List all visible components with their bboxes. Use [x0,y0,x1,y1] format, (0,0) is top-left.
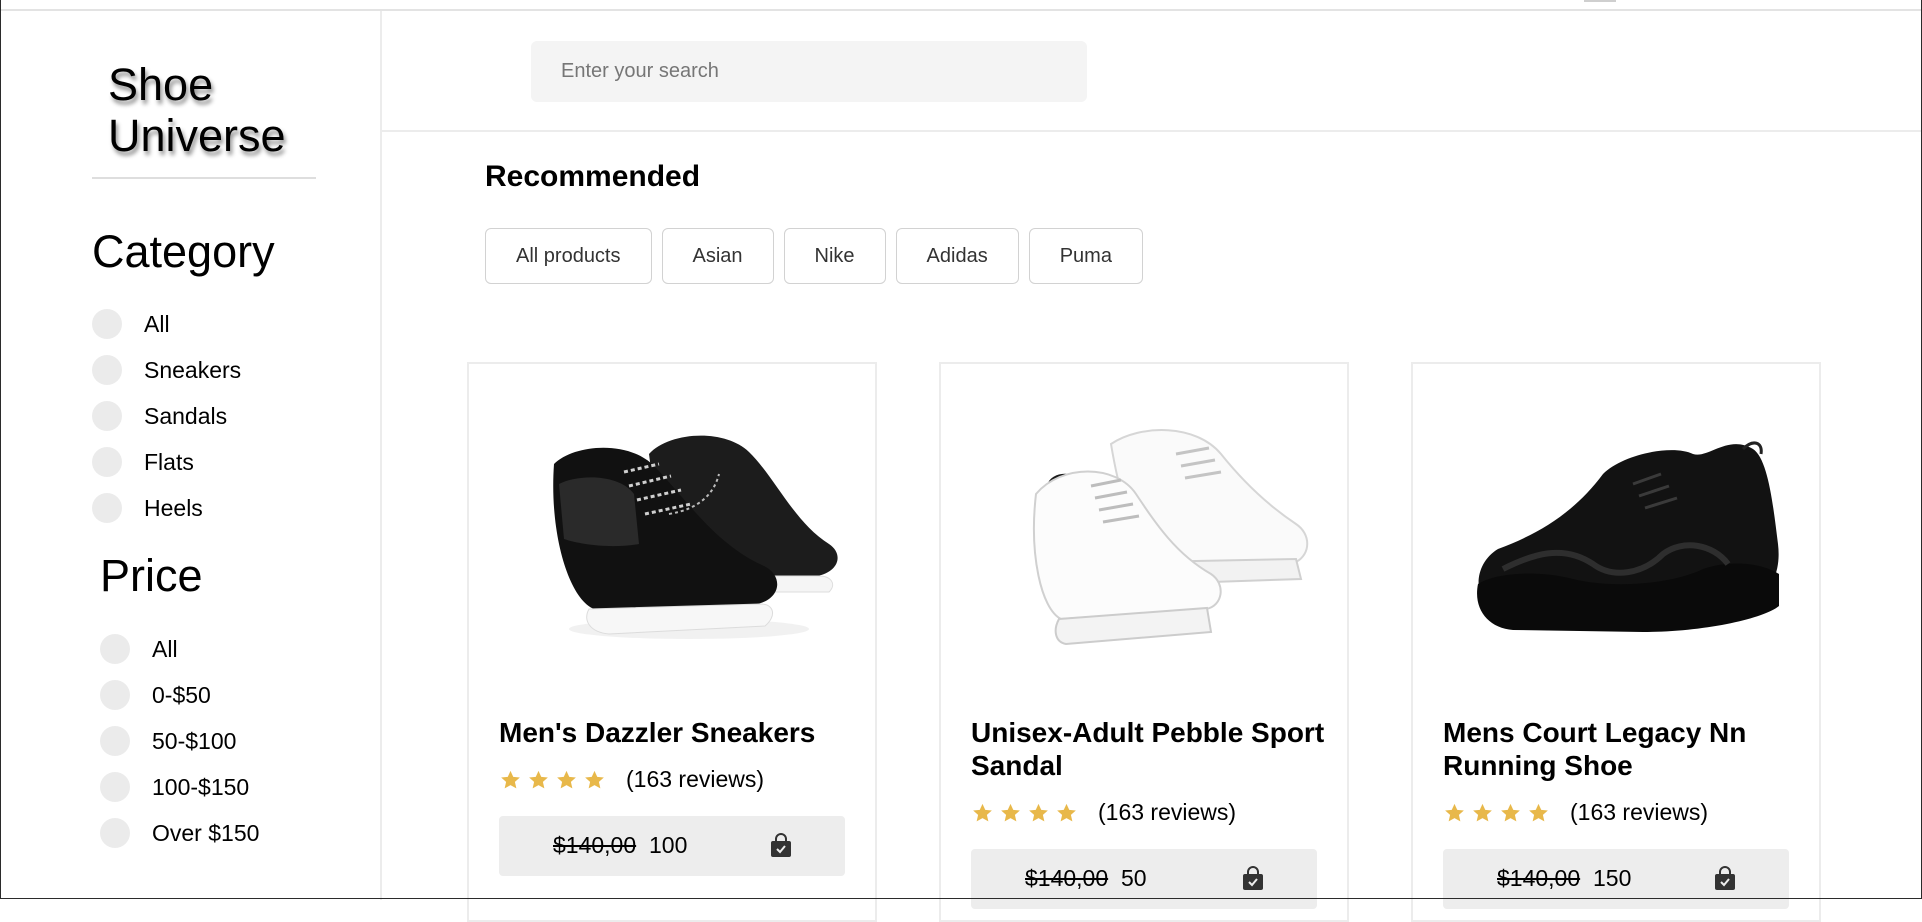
review-count: (163 reviews) [1098,799,1237,825]
product-title[interactable]: Unisex-Adult Pebble Sport Sandal [971,716,1331,782]
logo-divider [92,177,316,179]
price-option-0-50[interactable]: 0-$50 [100,679,211,711]
star-icon [585,770,604,788]
product-title[interactable]: Men's Dazzler Sneakers [499,716,859,749]
product-card[interactable]: Men's Dazzler Sneakers (163 reviews) $14… [467,362,877,922]
price-option-all[interactable]: All [100,633,178,665]
shopping-bag-icon[interactable] [1713,866,1737,891]
search-input[interactable] [531,41,1087,102]
product-rating: (163 reviews) [499,766,764,793]
review-count: (163 reviews) [1570,799,1709,825]
radio-label: Flats [144,448,194,475]
star-icon [1473,803,1492,821]
radio-button[interactable] [100,726,130,756]
price-bar: $140,00 150 [1443,849,1789,909]
star-icon [1057,803,1076,821]
price-option-over-150[interactable]: Over $150 [100,817,259,849]
star-icon [973,803,992,821]
price-option-100-150[interactable]: 100-$150 [100,771,249,803]
filter-nike-button[interactable]: Nike [783,228,886,284]
shopping-bag-icon[interactable] [769,833,793,858]
product-rating: (163 reviews) [971,799,1236,826]
old-price: $140,00 [1497,865,1581,891]
black-sneaker-image [499,394,845,656]
star-rating [1443,802,1550,824]
radio-label: Over $150 [152,819,260,846]
star-icon [1001,803,1020,821]
radio-button[interactable] [100,680,130,710]
old-price: $140,00 [1025,865,1109,891]
product-card[interactable]: Mens Court Legacy Nn Running Shoe (163 r… [1411,362,1821,922]
category-option-sneakers[interactable]: Sneakers [92,354,241,386]
radio-button[interactable] [100,772,130,802]
filter-puma-button[interactable]: Puma [1028,228,1143,284]
category-title: Category [92,226,275,277]
price-option-50-100[interactable]: 50-$100 [100,725,236,757]
new-price: 150 [1593,865,1632,891]
radio-button[interactable] [92,447,122,477]
price-bar: $140,00 50 [971,849,1317,909]
new-price: 100 [649,832,688,858]
radio-label: Heels [144,494,203,521]
price-bar: $140,00 100 [499,816,845,876]
brand-filter-bar: All products Asian Nike Adidas Puma [485,228,1143,284]
category-option-all[interactable]: All [92,308,170,340]
category-option-sandals[interactable]: Sandals [92,400,227,432]
shopping-bag-icon[interactable] [1241,866,1265,891]
price-title: Price [100,550,203,601]
star-rating [971,802,1078,824]
star-rating [499,769,606,791]
logo[interactable]: Shoe Universe [108,59,358,161]
radio-label: 50-$100 [152,727,237,754]
star-icon [557,770,576,788]
star-icon [501,770,520,788]
radio-label: 100-$150 [152,773,250,800]
header [382,11,1922,132]
star-icon [529,770,548,788]
category-option-heels[interactable]: Heels [92,492,203,524]
white-platform-sneaker-image [971,394,1317,656]
product-card[interactable]: Unisex-Adult Pebble Sport Sandal (163 re… [939,362,1349,922]
filter-all-products-button[interactable]: All products [485,228,652,284]
star-icon [1501,803,1520,821]
star-icon [1029,803,1048,821]
radio-button[interactable] [92,401,122,431]
radio-button[interactable] [100,634,130,664]
radio-label: Sandals [144,402,228,429]
star-icon [1529,803,1548,821]
radio-button[interactable] [92,493,122,523]
radio-label: All [152,635,178,662]
old-price: $140,00 [553,832,637,858]
radio-button[interactable] [92,309,122,339]
radio-label: All [144,310,170,337]
recommended-title: Recommended [485,160,701,193]
new-price: 50 [1121,865,1147,891]
product-rating: (163 reviews) [1443,799,1708,826]
review-count: (163 reviews) [626,766,765,792]
star-icon [1445,803,1464,821]
black-chunky-shoe-image [1443,394,1789,656]
sidebar: Shoe Universe Category All Sneakers Sand… [0,11,382,900]
category-option-flats[interactable]: Flats [92,446,194,478]
top-tab-indicator [1584,0,1616,2]
radio-label: 0-$50 [152,681,211,708]
filter-asian-button[interactable]: Asian [661,228,774,284]
radio-button[interactable] [92,355,122,385]
radio-button[interactable] [100,818,130,848]
product-title[interactable]: Mens Court Legacy Nn Running Shoe [1443,716,1803,782]
filter-adidas-button[interactable]: Adidas [895,228,1019,284]
radio-label: Sneakers [144,356,242,383]
